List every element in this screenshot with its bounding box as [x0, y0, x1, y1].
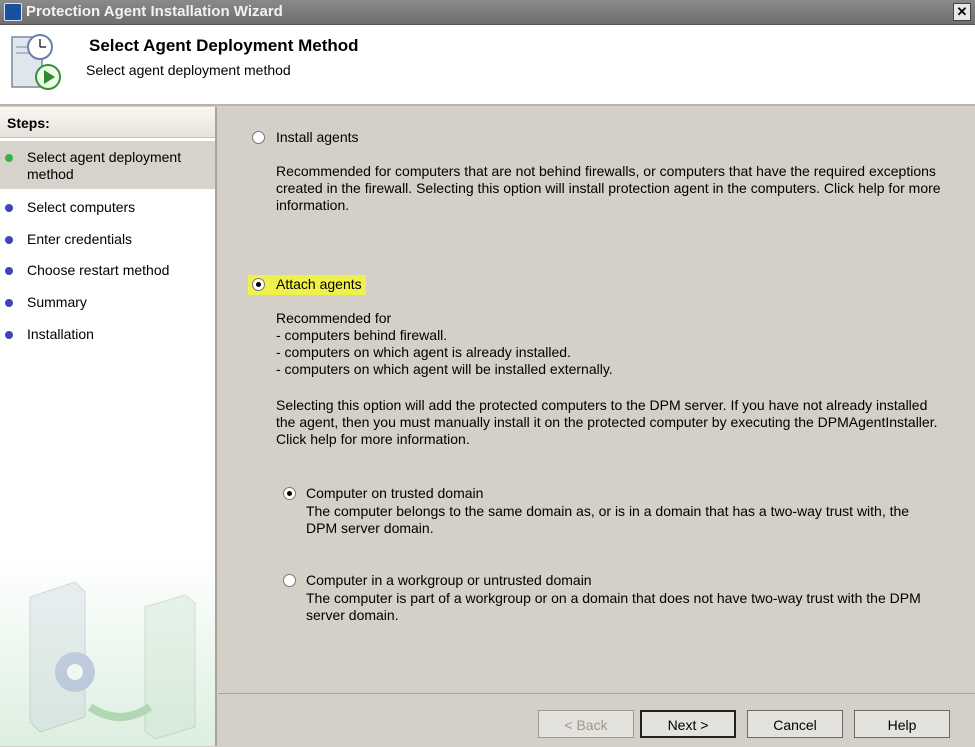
- page-title: Select Agent Deployment Method: [89, 36, 359, 55]
- step-label: Summary: [27, 294, 87, 310]
- workgroup-description: The computer is part of a workgroup or o…: [306, 590, 921, 623]
- servers-illustration-icon: [0, 557, 215, 746]
- recommendation-line: - computers behind firewall.: [276, 327, 448, 343]
- step-bullet-icon: [5, 154, 13, 162]
- title-bar: Protection Agent Installation Wizard ✕: [0, 0, 975, 25]
- attach-agents-description: Selecting this option will add the prote…: [276, 397, 938, 447]
- help-button[interactable]: Help: [854, 710, 950, 738]
- trusted-domain-label[interactable]: Computer on trusted domain: [306, 485, 483, 501]
- deployment-options-panel: Install agents Recommended for computers…: [218, 107, 975, 693]
- cancel-button[interactable]: Cancel: [747, 710, 843, 738]
- close-button[interactable]: ✕: [953, 3, 971, 21]
- step-bullet-icon: [5, 331, 13, 339]
- steps-title: Steps:: [7, 115, 50, 131]
- attach-agents-radio[interactable]: [252, 278, 265, 291]
- attach-agents-label[interactable]: Attach agents: [276, 276, 362, 292]
- workgroup-label[interactable]: Computer in a workgroup or untrusted dom…: [306, 572, 592, 588]
- wizard-footer: < Back Next > Cancel Help: [218, 693, 975, 747]
- recommendation-line: Recommended for: [276, 310, 392, 326]
- install-agents-label[interactable]: Install agents: [276, 129, 359, 145]
- step-bullet-icon: [5, 299, 13, 307]
- steps-header: Steps:: [0, 107, 215, 138]
- step-select-deployment-method: Select agent deployment method: [0, 141, 215, 189]
- step-choose-restart-method: Choose restart method: [0, 262, 215, 282]
- step-label: Select computers: [27, 199, 136, 215]
- attach-agents-recommendations: Recommended for - computers behind firew…: [276, 310, 946, 378]
- back-button[interactable]: < Back: [538, 710, 634, 738]
- install-agents-radio[interactable]: [252, 131, 265, 144]
- trusted-domain-radio[interactable]: [283, 487, 296, 500]
- steps-sidebar: Steps: Select agent deployment method Se…: [0, 107, 217, 746]
- step-label: Choose restart method: [27, 262, 170, 278]
- page-subtitle: Select agent deployment method: [86, 62, 291, 78]
- install-agents-description: Recommended for computers that are not b…: [276, 163, 941, 213]
- step-installation: Installation: [0, 326, 215, 346]
- step-label: Installation: [27, 326, 94, 342]
- step-bullet-icon: [5, 267, 13, 275]
- next-button[interactable]: Next >: [640, 710, 736, 738]
- wizard-header: Select Agent Deployment Method Select ag…: [0, 25, 975, 106]
- step-select-computers: Select computers: [0, 199, 215, 219]
- workgroup-radio[interactable]: [283, 574, 296, 587]
- step-bullet-icon: [5, 236, 13, 244]
- step-bullet-icon: [5, 204, 13, 212]
- step-summary: Summary: [0, 294, 215, 314]
- window-title: Protection Agent Installation Wizard: [26, 3, 283, 20]
- trusted-domain-description: The computer belongs to the same domain …: [306, 503, 910, 536]
- recommendation-line: - computers on which agent will be insta…: [276, 361, 613, 377]
- recommendation-line: - computers on which agent is already in…: [276, 344, 571, 360]
- agent-install-icon: [11, 34, 61, 90]
- step-label: Enter credentials: [27, 231, 133, 247]
- step-enter-credentials: Enter credentials: [0, 231, 215, 251]
- step-label: Select agent deployment method: [27, 149, 182, 182]
- clock-icon: [4, 3, 22, 21]
